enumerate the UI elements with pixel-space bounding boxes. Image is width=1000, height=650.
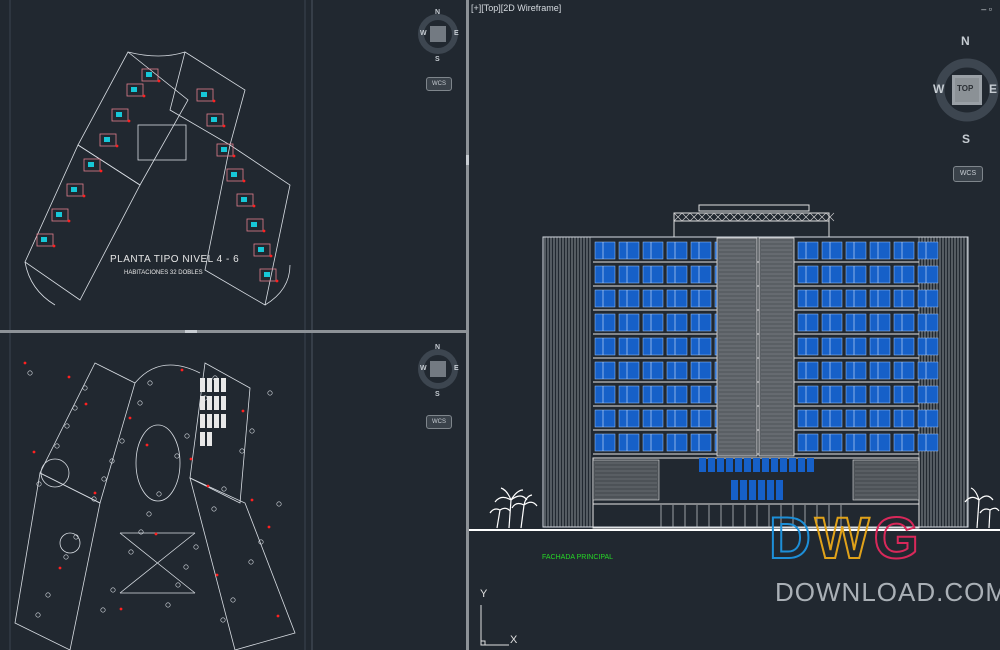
compass-n[interactable]: N bbox=[961, 34, 970, 48]
compass-n[interactable]: N bbox=[435, 9, 440, 16]
ucs-x-label: X bbox=[510, 634, 518, 646]
viewport-main[interactable]: [+][Top][2D Wireframe] – ▫ FACHADA PRINC… bbox=[469, 0, 1000, 650]
compass-ring-icon bbox=[418, 349, 458, 389]
wcs-menu-button[interactable]: WCS bbox=[426, 415, 452, 429]
watermark-subtitle: DOWNLOAD.COM bbox=[775, 577, 1000, 607]
elevation-label: FACHADA PRINCIPAL bbox=[542, 554, 614, 561]
watermark-letter-g: G bbox=[873, 505, 923, 572]
watermark-logo: DWG DOWNLOAD.COM bbox=[768, 505, 1000, 615]
roof-truss bbox=[673, 212, 835, 222]
ucs-y-label: Y bbox=[480, 588, 488, 600]
compass-w[interactable]: W bbox=[933, 82, 944, 96]
compass-s[interactable]: S bbox=[435, 391, 440, 398]
compass-e[interactable]: E bbox=[454, 30, 459, 37]
compass-s[interactable]: S bbox=[962, 132, 970, 146]
wcs-menu-button[interactable]: WCS bbox=[426, 77, 452, 91]
watermark-letter-w: W bbox=[814, 505, 874, 572]
compass-n[interactable]: N bbox=[435, 344, 440, 351]
viewport-bottom-left[interactable]: N S E W WCS bbox=[0, 333, 466, 650]
splitter-grip[interactable] bbox=[185, 330, 197, 333]
compass-ring-icon bbox=[418, 14, 458, 54]
floor-plan-upper bbox=[9, 0, 313, 330]
plan-subtitle: HABITACIONES 32 DOBLES bbox=[124, 270, 203, 276]
watermark-letters: DWG bbox=[768, 505, 923, 572]
wcs-menu-button[interactable]: WCS bbox=[953, 166, 983, 182]
watermark-letter-d: D bbox=[768, 505, 815, 572]
ucs-icon bbox=[480, 605, 509, 646]
facade-core bbox=[716, 237, 795, 457]
viewport-top-left[interactable]: PLANTA TIPO NIVEL 4 - 6 HABITACIONES 32 … bbox=[0, 0, 466, 330]
viewcube-small[interactable]: N S E W bbox=[418, 6, 464, 68]
compass-s[interactable]: S bbox=[435, 56, 440, 63]
compass-e[interactable]: E bbox=[454, 365, 459, 372]
viewcube[interactable]: N S E W TOP bbox=[931, 32, 999, 150]
viewcube-small-lower[interactable]: N S E W bbox=[418, 341, 464, 403]
viewport-splitter-horizontal[interactable] bbox=[0, 330, 466, 333]
plan-title: PLANTA TIPO NIVEL 4 - 6 bbox=[110, 254, 240, 265]
floor-plan-lower bbox=[9, 333, 313, 650]
compass-w[interactable]: W bbox=[420, 30, 427, 37]
viewcube-top-face[interactable]: TOP bbox=[957, 84, 973, 93]
compass-w[interactable]: W bbox=[420, 365, 427, 372]
compass-e[interactable]: E bbox=[989, 82, 997, 96]
plan-furniture bbox=[23, 361, 282, 623]
